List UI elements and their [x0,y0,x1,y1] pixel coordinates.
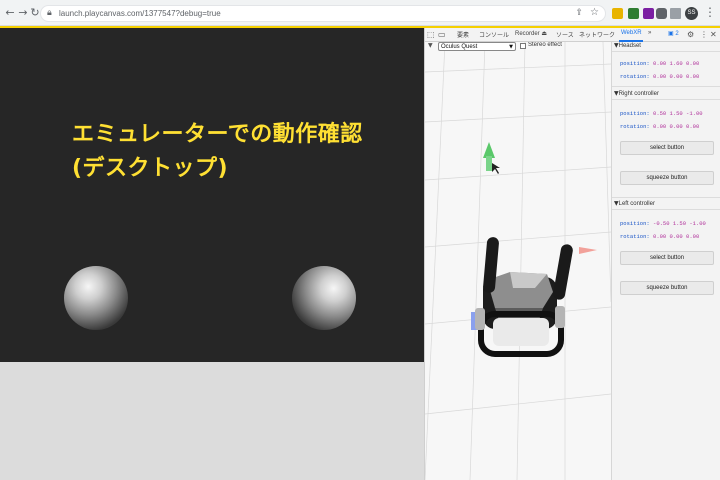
rotation-value: 0.00 0.00 0.00 [653,233,700,240]
divider [612,51,720,52]
browser-toolbar: ← → ↻ 🔒︎ launch.playcanvas.com/1377547?d… [0,0,720,26]
device-toggle-icon[interactable]: ▭ [438,30,446,39]
issues-count: 2 [675,31,679,37]
right-controller-section-title: Right controller [618,91,659,97]
position-label: position: [620,220,650,227]
position-value: -0.50 1.50 -1.00 [653,220,706,227]
device-select-value: Oculus Quest [441,44,478,50]
left-controller-position[interactable]: position: -0.50 1.50 -1.00 [620,220,706,227]
device-select[interactable]: Oculus Quest ▼ [438,42,516,51]
tab-sources[interactable]: ソース [556,30,574,39]
headset-position[interactable]: position: 0.00 1.60 0.00 [620,60,699,67]
tab-elements[interactable]: 要素 [457,30,469,39]
address-bar[interactable]: 🔒︎ launch.playcanvas.com/1377547?debug=t… [40,5,606,22]
axis-y-arrow [483,142,495,158]
divider [612,197,720,198]
extension-icon[interactable] [612,8,623,19]
close-icon[interactable]: ✕ [710,30,717,39]
more-tabs-button[interactable]: » [648,30,651,36]
divider [612,99,720,100]
more-options-icon[interactable]: ⋮ [700,30,708,39]
xr-emulator-scene[interactable]: ▼ Oculus Quest ▼ Stereo effect [425,42,611,480]
rotation-label: rotation: [620,123,650,130]
back-icon[interactable]: ← [4,7,16,19]
stereo-effect-checkbox[interactable] [520,43,526,49]
lock-icon[interactable]: 🔒︎ [47,8,52,18]
right-controller-model[interactable] [552,243,574,300]
divider [612,86,720,87]
page-subtitle: (デスクトップ) [72,156,229,181]
rotation-label: rotation: [620,73,650,80]
position-label: position: [620,60,650,67]
emulator-menu-icon[interactable]: ▼ [428,42,433,49]
puzzle-icon[interactable] [656,8,667,19]
right-sphere [292,266,356,330]
extension-icon[interactable] [643,8,654,19]
page-title: エミュレーターでの動作確認 [72,122,363,147]
game-viewport[interactable]: エミュレーターでの動作確認 (デスクトップ) [0,28,424,362]
right-controller-section-header[interactable]: ▼Right controller [614,90,659,97]
tab-recorder[interactable]: Recorder ⏏ [515,30,547,37]
left-sphere [64,266,128,330]
extension-icon[interactable] [628,8,639,19]
floor-grid [425,42,611,480]
divider [612,209,720,210]
right-select-button[interactable]: select button [620,141,714,155]
chevron-down-icon: ▼ [509,44,513,50]
axis-y-shaft [486,156,492,171]
rotation-value: 0.00 0.00 0.00 [653,123,700,130]
gear-icon[interactable]: ⚙ [687,30,694,39]
scene-canvas[interactable] [425,42,611,480]
headset-section-header[interactable]: ▼Headset [614,42,641,49]
menu-icon[interactable]: ⋮ [704,5,716,19]
devtools-tabbar: ⬚ ▭ 要素 コンソール Recorder ⏏ ソース ネットワーク WebXR… [425,28,720,42]
profile-icon[interactable]: SS [685,7,698,20]
rotation-label: rotation: [620,233,650,240]
sidepanel-icon[interactable] [670,8,681,19]
right-controller-position[interactable]: position: 0.50 1.50 -1.00 [620,110,703,117]
xr-device-panel: ▼Headset position: 0.00 1.60 0.00 rotati… [611,42,720,480]
tab-webxr[interactable]: WebXR [621,30,642,36]
stereo-effect-label: Stereo effect [528,42,562,48]
forward-icon[interactable]: → [17,7,29,19]
left-select-button[interactable]: select button [620,251,714,265]
right-controller-rotation[interactable]: rotation: 0.00 0.00 0.00 [620,123,699,130]
left-controller-rotation[interactable]: rotation: 0.00 0.00 0.00 [620,233,699,240]
issues-badge[interactable]: ▣ 2 [668,30,679,37]
devtools-panel: ⬚ ▭ 要素 コンソール Recorder ⏏ ソース ネットワーク WebXR… [424,28,720,480]
browser-window: ← → ↻ 🔒︎ launch.playcanvas.com/1377547?d… [0,0,720,480]
left-squeeze-button[interactable]: squeeze button [620,281,714,295]
star-icon[interactable]: ☆ [590,7,599,18]
headset-section-title: Headset [618,43,641,49]
share-icon[interactable]: ⇪ [575,8,583,18]
axis-x-arrow [579,247,597,254]
headset-rotation[interactable]: rotation: 0.00 0.00 0.00 [620,73,699,80]
mouse-cursor-icon [492,163,500,174]
rotation-value: 0.00 0.00 0.00 [653,73,700,80]
position-label: position: [620,110,650,117]
tab-console[interactable]: コンソール [479,30,509,39]
url-text: launch.playcanvas.com/1377547?debug=true [59,9,221,18]
inspect-icon[interactable]: ⬚ [427,30,435,39]
position-value: 0.50 1.50 -1.00 [653,110,703,117]
position-value: 0.00 1.60 0.00 [653,60,700,67]
emulator-toolbar: ▼ Oculus Quest ▼ Stereo effect [425,42,611,53]
left-controller-section-header[interactable]: ▼Left controller [614,200,655,207]
left-controller-section-title: Left controller [618,201,655,207]
right-squeeze-button[interactable]: squeeze button [620,171,714,185]
tab-network[interactable]: ネットワーク [579,30,615,39]
page-background [0,362,424,480]
